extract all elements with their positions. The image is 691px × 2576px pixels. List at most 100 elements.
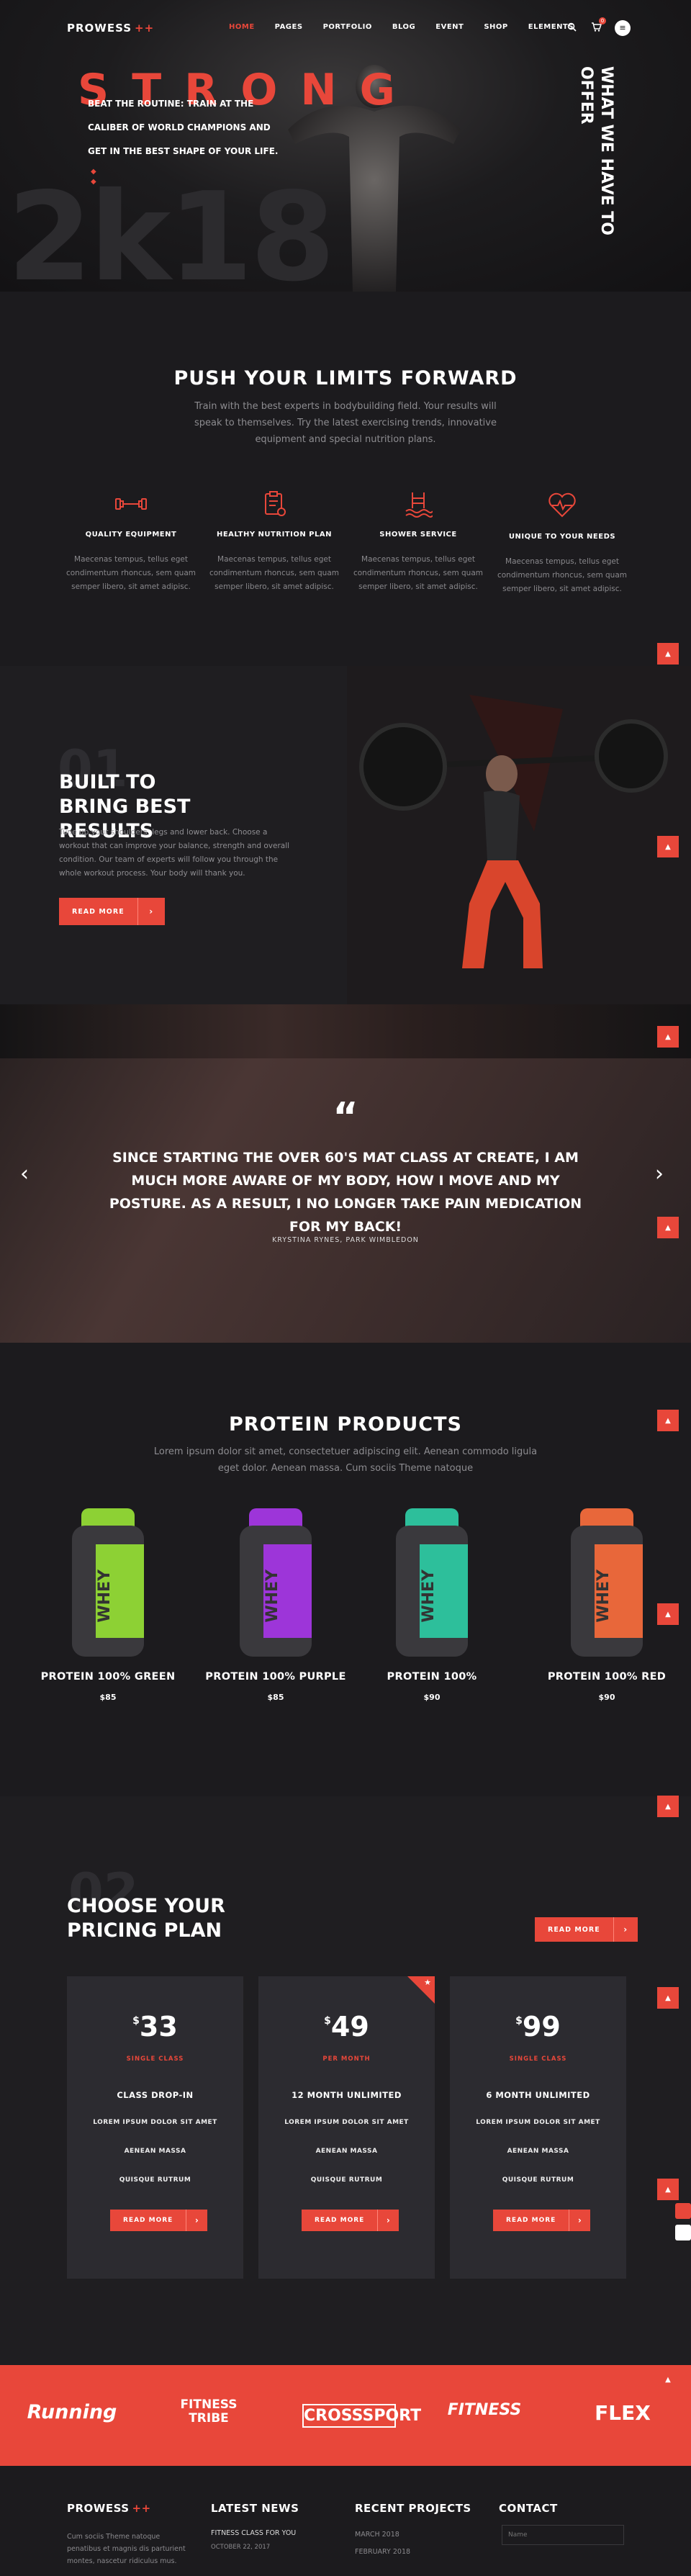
slider-next-icon[interactable]: ›: [655, 1161, 664, 1186]
menu-toggle-icon[interactable]: ≡: [615, 20, 631, 36]
hero-vertical-text: WHAT WE HAVE TO OFFER: [577, 66, 615, 235]
protein-tub-image: WHEY: [392, 1508, 471, 1659]
feature-title: HEALTHY NUTRITION PLAN: [216, 531, 332, 539]
cart-icon[interactable]: 0: [590, 17, 606, 34]
star-icon: ★: [424, 1978, 431, 1987]
plan-read-more-button[interactable]: READ MORE ›: [302, 2210, 399, 2231]
nav-pages[interactable]: PAGES: [275, 23, 303, 31]
footer-contact-title: CONTACT: [499, 2502, 558, 2515]
nutrition-plan-icon: [265, 491, 286, 516]
pricing-section: 02 CHOOSE YOUR PRICING PLAN READ MORE › $…: [0, 1796, 691, 2365]
protein-tub-image: WHEY: [567, 1508, 646, 1659]
side-panel-toggle[interactable]: [675, 2225, 691, 2241]
footer-projects-title: RECENT PROJECTS: [355, 2502, 471, 2515]
nav-portfolio[interactable]: PORTFOLIO: [323, 23, 372, 31]
testimonial-quote: SINCE STARTING THE OVER 60'S MAT CLASS A…: [109, 1150, 582, 1235]
plan-period: PER MONTH: [322, 2055, 371, 2063]
testimonial-author: KRYSTINA RYNES, PARK WIMBLEDON: [272, 1236, 419, 1244]
footer: PROWESS ++ Cum sociis Theme natoque penat…: [0, 2466, 691, 2574]
plan-read-more-button[interactable]: READ MORE ›: [493, 2210, 591, 2231]
scroll-top-button[interactable]: ▲: [657, 2369, 679, 2390]
nav-shop[interactable]: SHOP: [484, 23, 507, 31]
products-subtitle: Lorem ipsum dolor sit amet, consectetuer…: [153, 1446, 538, 1474]
nav-blog[interactable]: BLOG: [392, 23, 415, 31]
feature-title: SHOWER SERVICE: [379, 531, 457, 539]
quote-mark-icon: “: [333, 1094, 358, 1140]
scroll-top-button[interactable]: ▲: [657, 1796, 679, 1817]
pricing-plan-card: ★ $49 PER MONTH 12 MONTH UNLIMITED LOREM…: [258, 1976, 435, 2279]
scroll-top-button[interactable]: ▲: [657, 836, 679, 857]
feature-item: QUALITY EQUIPMENT Maecenas tempus, tellu…: [59, 493, 203, 594]
plan-price: $99: [515, 2011, 561, 2043]
footer-news-item[interactable]: FITNESS CLASS FOR YOU: [211, 2529, 296, 2537]
brand-logo-crosssport[interactable]: CROSSSPORT: [302, 2404, 421, 2428]
logo-mark: ++: [135, 22, 155, 35]
nav-event[interactable]: EVENT: [435, 23, 464, 31]
decorative-strip: [0, 1004, 691, 1058]
scroll-top-button[interactable]: ▲: [657, 1410, 679, 1431]
testimonial-section: “ SINCE STARTING THE OVER 60'S MAT CLASS…: [0, 1058, 691, 1343]
product-card[interactable]: WHEY PROTEIN 100% GREEN $85: [36, 1508, 180, 1702]
footer-logo: PROWESS ++: [67, 2502, 151, 2515]
brand-logo-flex[interactable]: FLEX: [583, 2401, 662, 2425]
scroll-top-button[interactable]: ▲: [657, 1217, 679, 1238]
feature-title: QUALITY EQUIPMENT: [85, 531, 177, 539]
plan-feature: LOREM IPSUM DOLOR SIT AMET: [476, 2119, 600, 2126]
feature-item: SHOWER SERVICE Maecenas tempus, tellus e…: [346, 490, 490, 594]
feature-text: Maecenas tempus, tellus eget condimentum…: [353, 555, 484, 591]
button-label: READ MORE: [123, 2217, 173, 2224]
brand-logo-fitness-tribe[interactable]: FITNESS TRIBE: [169, 2398, 248, 2426]
product-price: $85: [99, 1693, 117, 1702]
contact-name-input[interactable]: [502, 2525, 624, 2545]
plan-name: CLASS DROP-IN: [117, 2090, 194, 2100]
products-section: PROTEIN PRODUCTS Lorem ipsum dolor sit a…: [0, 1343, 691, 1796]
protein-tub-image: WHEY: [68, 1508, 148, 1659]
slider-prev-icon[interactable]: ‹: [20, 1161, 29, 1186]
footer-news-title: LATEST NEWS: [211, 2502, 299, 2515]
scroll-top-button[interactable]: ▲: [657, 1026, 679, 1048]
footer-project[interactable]: MARCH 2018: [355, 2531, 399, 2539]
pricing-read-more-button[interactable]: READ MORE ›: [535, 1917, 638, 1942]
brand-logo-running[interactable]: Running: [22, 2401, 122, 2423]
product-name: PROTEIN 100%: [387, 1671, 477, 1683]
button-label: READ MORE: [548, 1925, 600, 1934]
product-name: PROTEIN 100% GREEN: [40, 1671, 176, 1683]
products-title: PROTEIN PRODUCTS: [229, 1413, 462, 1436]
shower-pool-icon: [405, 492, 433, 518]
plan-feature: QUISQUE RUTRUM: [502, 2176, 574, 2184]
footer-project[interactable]: FEBRUARY 2018: [355, 2548, 410, 2556]
built-section: 01 BUILT TO BRING BEST RESULTS Tune up y…: [0, 666, 691, 1004]
heartbeat-icon: [548, 492, 576, 518]
button-label: READ MORE: [72, 907, 125, 916]
scroll-top-button[interactable]: ▲: [657, 643, 679, 665]
built-text: Tune up your shoulders, legs and lower b…: [59, 828, 290, 878]
side-panel-toggle[interactable]: [675, 2203, 691, 2219]
search-icon[interactable]: [566, 22, 577, 34]
dumbbell-icon: [115, 498, 147, 510]
plan-feature: AENEAN MASSA: [315, 2148, 378, 2155]
feature-text: Maecenas tempus, tellus eget condimentum…: [497, 557, 628, 593]
hero-dots-icon: ◆ ◆: [91, 168, 96, 186]
button-label: READ MORE: [506, 2217, 556, 2224]
logo[interactable]: PROWESS ++: [67, 22, 154, 35]
built-read-more-button[interactable]: READ MORE ›: [59, 898, 165, 925]
plan-read-more-button[interactable]: READ MORE ›: [110, 2210, 208, 2231]
arrow-right-icon: ›: [137, 898, 165, 925]
plan-name: 6 MONTH UNLIMITED: [486, 2090, 590, 2100]
features-section: PUSH YOUR LIMITS FORWARD Train with the …: [0, 292, 691, 666]
hero-section: 2k18 PROWESS ++ HOME PAGES PORTFOLIO BLOG…: [0, 0, 691, 292]
arrow-right-icon: ›: [377, 2210, 399, 2231]
product-price: $85: [267, 1693, 284, 1702]
button-label: READ MORE: [315, 2217, 365, 2224]
product-card[interactable]: WHEY PROTEIN 100% $90: [360, 1508, 504, 1702]
product-card[interactable]: WHEY PROTEIN 100% PURPLE $85: [204, 1508, 348, 1702]
scroll-top-button[interactable]: ▲: [657, 1987, 679, 2009]
scroll-top-button[interactable]: ▲: [657, 1603, 679, 1625]
product-name: PROTEIN 100% RED: [547, 1671, 667, 1683]
scroll-top-button[interactable]: ▲: [657, 2179, 679, 2200]
nav-home[interactable]: HOME: [229, 23, 255, 31]
pricing-plan-card: $99 SINGLE CLASS 6 MONTH UNLIMITED LOREM…: [450, 1976, 626, 2279]
brand-logo-fitness[interactable]: FITNESS: [445, 2401, 524, 2419]
plan-feature: LOREM IPSUM DOLOR SIT AMET: [284, 2119, 409, 2126]
product-name: PROTEIN 100% PURPLE: [205, 1671, 346, 1683]
